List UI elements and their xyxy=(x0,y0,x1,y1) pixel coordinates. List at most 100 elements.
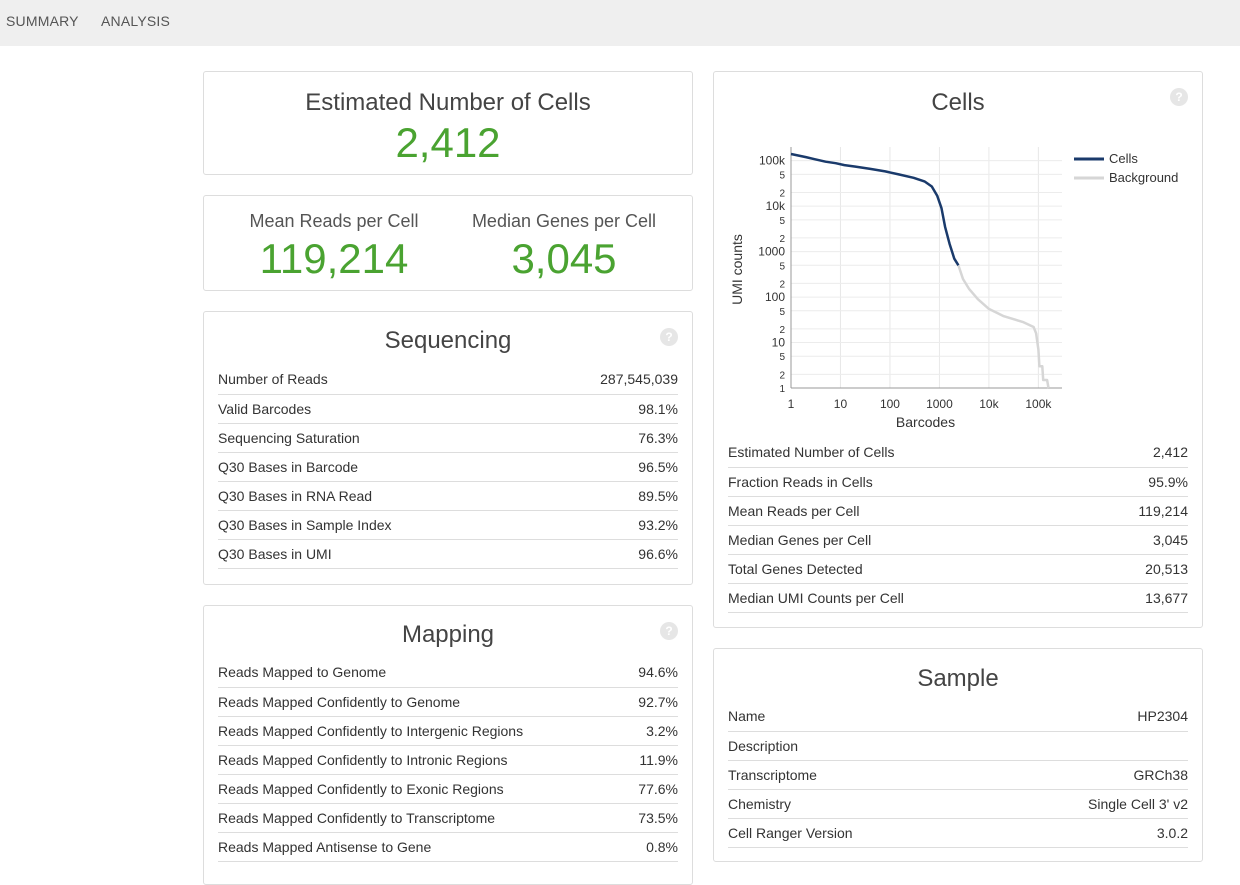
metric-value: 3.2% xyxy=(625,716,678,746)
metric-label: Reads Mapped Confidently to Exonic Regio… xyxy=(218,774,626,804)
y-tick-label: 2 xyxy=(779,370,785,381)
metric-label: Chemistry xyxy=(728,789,984,819)
cells-table: Estimated Number of Cells 2,412 Fraction R… xyxy=(728,438,1188,613)
x-tick-label: 1 xyxy=(788,397,795,411)
metric-label: Transcriptome xyxy=(728,760,984,790)
sample-title: Sample xyxy=(917,665,999,692)
y-tick-label: 5 xyxy=(779,261,785,272)
table-row: Q30 Bases in Barcode 96.5% xyxy=(218,452,678,482)
table-row: Transcriptome GRCh38 xyxy=(728,760,1188,790)
y-tick-label: 10k xyxy=(766,199,786,213)
table-row: Chemistry Single Cell 3' v2 xyxy=(728,789,1188,819)
cells-card: Cells ? 1 10 100 1000 10k 100k 1 2 5 10 2 5 100 2 5 100… xyxy=(713,71,1203,628)
metric-value: 3,045 xyxy=(1086,525,1188,555)
table-row: Reads Mapped Confidently to Exonic Regio… xyxy=(218,774,678,804)
y-tick-label: 5 xyxy=(779,216,785,227)
table-row: Reads Mapped Confidently to Intronic Reg… xyxy=(218,745,678,775)
tab-analysis[interactable]: ANALYSIS xyxy=(101,13,170,29)
estimated-cells-title: Estimated Number of Cells xyxy=(305,89,591,116)
sequencing-card: Sequencing ? Number of Reads 287,545,039 V… xyxy=(203,311,693,585)
table-row: Median UMI Counts per Cell 13,677 xyxy=(728,583,1188,613)
y-tick-label: 100k xyxy=(759,154,786,168)
y-tick-label: 5 xyxy=(779,170,785,181)
metric-value: 76.3% xyxy=(535,423,678,453)
table-row: Total Genes Detected 20,513 xyxy=(728,554,1188,584)
y-tick-label: 10 xyxy=(772,336,786,350)
metric-value: 98.1% xyxy=(535,394,678,424)
y-tick-label: 2 xyxy=(779,325,785,336)
tab-summary[interactable]: SUMMARY xyxy=(6,13,79,29)
mapping-card: Mapping ? Reads Mapped to Genome 94.6% Rea… xyxy=(203,605,693,885)
metric-value: 95.9% xyxy=(1086,467,1188,497)
y-tick-label: 2 xyxy=(779,188,785,199)
metric-value: 92.7% xyxy=(625,687,678,717)
mean-reads-value: 119,214 xyxy=(259,235,409,282)
y-tick-label: 5 xyxy=(779,307,785,318)
mean-reads-label: Mean Reads per Cell xyxy=(249,211,419,231)
y-tick-label: 1 xyxy=(779,384,785,395)
sequencing-title: Sequencing xyxy=(384,327,512,354)
metric-value: 94.6% xyxy=(625,658,678,688)
metric-label: Cell Ranger Version xyxy=(728,818,984,848)
sequencing-table: Number of Reads 287,545,039 Valid Barcodes… xyxy=(218,365,678,569)
metric-label: Description xyxy=(728,731,984,761)
sample-table: Name HP2304 Description Transcriptome GRCh38… xyxy=(728,702,1188,848)
table-row: Q30 Bases in RNA Read 89.5% xyxy=(218,481,678,511)
mapping-title: Mapping xyxy=(401,621,495,648)
metric-value: 2,412 xyxy=(1086,438,1188,468)
question-circle-icon[interactable]: ? xyxy=(660,622,678,640)
metric-label: Q30 Bases in Barcode xyxy=(218,452,536,482)
legend-label: Background xyxy=(1109,170,1178,185)
table-row: Estimated Number of Cells 2,412 xyxy=(728,438,1188,468)
series-line-cells xyxy=(790,152,960,266)
question-circle-icon[interactable]: ? xyxy=(660,328,678,346)
metric-value: Single Cell 3' v2 xyxy=(983,789,1188,819)
metric-label: Reads Mapped Confidently to Transcriptom… xyxy=(218,803,626,833)
y-tick-label: 5 xyxy=(779,352,785,363)
table-row: Description xyxy=(728,731,1188,761)
metric-value: 287,545,039 xyxy=(535,365,678,395)
table-row: Mean Reads per Cell 119,214 xyxy=(728,496,1188,526)
metric-label: Number of Reads xyxy=(218,365,536,395)
metric-value: 3.0.2 xyxy=(983,818,1188,848)
metric-label: Q30 Bases in Sample Index xyxy=(218,510,536,540)
legend-label: Cells xyxy=(1109,151,1138,166)
metric-label: Reads Mapped to Genome xyxy=(218,658,626,688)
metric-label: Name xyxy=(728,702,984,732)
metric-label: Reads Mapped Antisense to Gene xyxy=(218,832,626,862)
table-row: Sequencing Saturation 76.3% xyxy=(218,423,678,453)
y-axis-label: UMI counts xyxy=(729,234,745,305)
metric-label: Reads Mapped Confidently to Intronic Reg… xyxy=(218,745,626,775)
table-row: Q30 Bases in Sample Index 93.2% xyxy=(218,510,678,540)
metric-label: Q30 Bases in UMI xyxy=(218,539,536,569)
y-tick-label: 1000 xyxy=(758,245,785,259)
table-row: Q30 Bases in UMI 96.6% xyxy=(218,539,678,569)
metric-value: 73.5% xyxy=(625,803,678,833)
median-genes-label: Median Genes per Cell xyxy=(471,211,657,231)
metric-value: 11.9% xyxy=(625,745,678,775)
table-row: Reads Mapped Confidently to Intergenic R… xyxy=(218,716,678,746)
median-genes-value: 3,045 xyxy=(511,235,617,282)
sample-card: Sample Name HP2304 Description Transcriptom… xyxy=(713,648,1203,862)
metric-label: Total Genes Detected xyxy=(728,554,1087,584)
x-tick-label: 100k xyxy=(1025,397,1052,411)
table-row: Reads Mapped Confidently to Transcriptom… xyxy=(218,803,678,833)
x-tick-label: 1000 xyxy=(926,397,953,411)
table-row: Name HP2304 xyxy=(728,702,1188,732)
estimated-cells-value: 2,412 xyxy=(395,119,501,166)
metric-value: 93.2% xyxy=(535,510,678,540)
metric-label: Reads Mapped Confidently to Intergenic R… xyxy=(218,716,626,746)
metric-value: 96.6% xyxy=(535,539,678,569)
metric-label: Valid Barcodes xyxy=(218,394,536,424)
estimated-cells-card: Estimated Number of Cells 2,412 xyxy=(203,71,693,175)
x-tick-label: 100 xyxy=(880,397,900,411)
metric-value: 119,214 xyxy=(1086,496,1188,526)
top-nav-bar: SUMMARY ANALYSIS xyxy=(0,0,1240,46)
metric-label: Fraction Reads in Cells xyxy=(728,467,1087,497)
metric-value: HP2304 xyxy=(983,702,1188,732)
y-tick-label: 100 xyxy=(765,290,785,304)
metric-label: Median UMI Counts per Cell xyxy=(728,583,1087,613)
metric-label: Q30 Bases in RNA Read xyxy=(218,481,536,511)
kpi-card: Mean Reads per Cell 119,214 Median Genes… xyxy=(203,195,693,291)
metric-value: 77.6% xyxy=(625,774,678,804)
